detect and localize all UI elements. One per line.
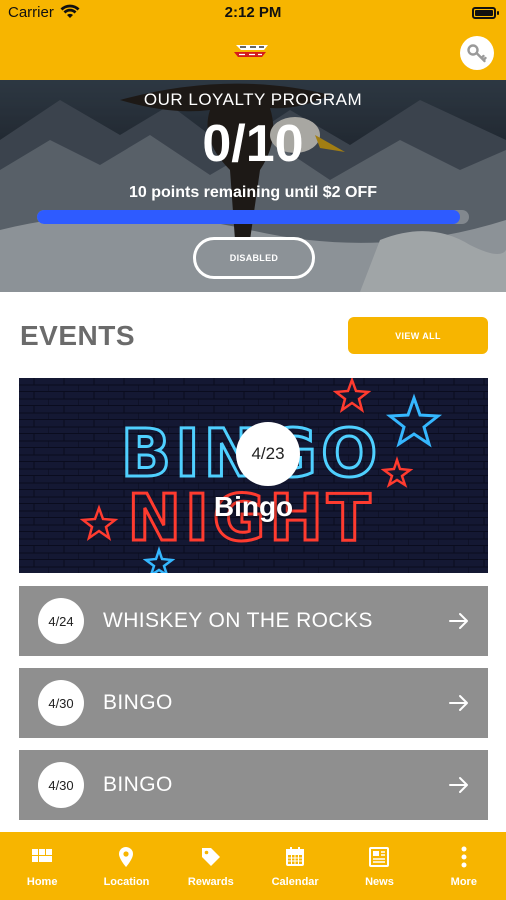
tab-label: News xyxy=(365,876,394,888)
arrow-right-icon xyxy=(449,613,468,629)
loyalty-banner: OUR LOYALTY PROGRAM 0/10 10 points remai… xyxy=(0,80,506,292)
arrow-right-icon xyxy=(449,695,468,711)
tag-icon xyxy=(201,848,220,866)
event-date-badge: 4/24 xyxy=(38,598,84,644)
event-list-item[interactable]: 4/30 BINGO xyxy=(19,750,488,820)
redeem-disabled-button[interactable]: DISABLED xyxy=(193,237,315,279)
event-name: WHISKEY ON THE ROCKS xyxy=(103,609,373,632)
event-name: BINGO xyxy=(103,691,173,714)
tab-calendar[interactable]: Calendar xyxy=(253,832,337,900)
grid-icon xyxy=(32,849,53,862)
event-list-item[interactable]: 4/30 BINGO xyxy=(19,668,488,738)
tab-news[interactable]: News xyxy=(337,832,421,900)
tab-more[interactable]: More xyxy=(422,832,506,900)
status-time: 2:12 PM xyxy=(224,4,282,21)
loyalty-progress-bar xyxy=(37,210,469,224)
event-name: BINGO xyxy=(103,773,173,796)
view-all-button[interactable]: VIEW ALL xyxy=(348,317,488,354)
status-bar: Carrier 2:12 PM xyxy=(0,0,506,28)
tab-label: Calendar xyxy=(271,876,319,888)
newspaper-icon xyxy=(369,847,390,867)
points-remaining-text: 10 points remaining until $2 OFF xyxy=(128,184,378,201)
loyalty-progress-fill xyxy=(37,210,461,224)
map-pin-icon xyxy=(119,847,134,867)
tab-label: Location xyxy=(103,876,150,888)
key-icon xyxy=(467,44,487,63)
event-list-item[interactable]: 4/24 WHISKEY ON THE ROCKS xyxy=(19,586,488,656)
tab-location[interactable]: Location xyxy=(84,832,168,900)
arrow-right-icon xyxy=(449,777,468,793)
app-header: Carrier 2:12 PM xyxy=(0,0,506,80)
loyalty-title: OUR LOYALTY PROGRAM xyxy=(143,90,363,109)
event-date-badge: 4/30 xyxy=(38,680,84,726)
battery-icon xyxy=(472,7,499,19)
events-heading: EVENTS xyxy=(20,320,136,351)
tab-home[interactable]: Home xyxy=(0,832,84,900)
tab-label: Rewards xyxy=(187,876,234,888)
event-date-badge: 4/30 xyxy=(38,762,84,808)
featured-event-card[interactable]: BINGO NIGHT 4/23 Bingo xyxy=(19,378,488,573)
tab-rewards[interactable]: Rewards xyxy=(169,832,253,900)
featured-event-name: Bingo xyxy=(213,491,294,522)
loyalty-points: 0/10 xyxy=(202,115,304,173)
tab-label: More xyxy=(450,876,477,888)
brand-logo xyxy=(234,45,268,57)
featured-event-date: 4/23 xyxy=(236,422,300,486)
more-vertical-icon xyxy=(461,846,467,868)
loyalty-key-button[interactable] xyxy=(460,36,494,70)
bottom-tab-bar: Home Location Rewards Calendar News More xyxy=(0,832,506,900)
tab-label: Home xyxy=(26,876,58,888)
calendar-icon xyxy=(286,847,305,866)
